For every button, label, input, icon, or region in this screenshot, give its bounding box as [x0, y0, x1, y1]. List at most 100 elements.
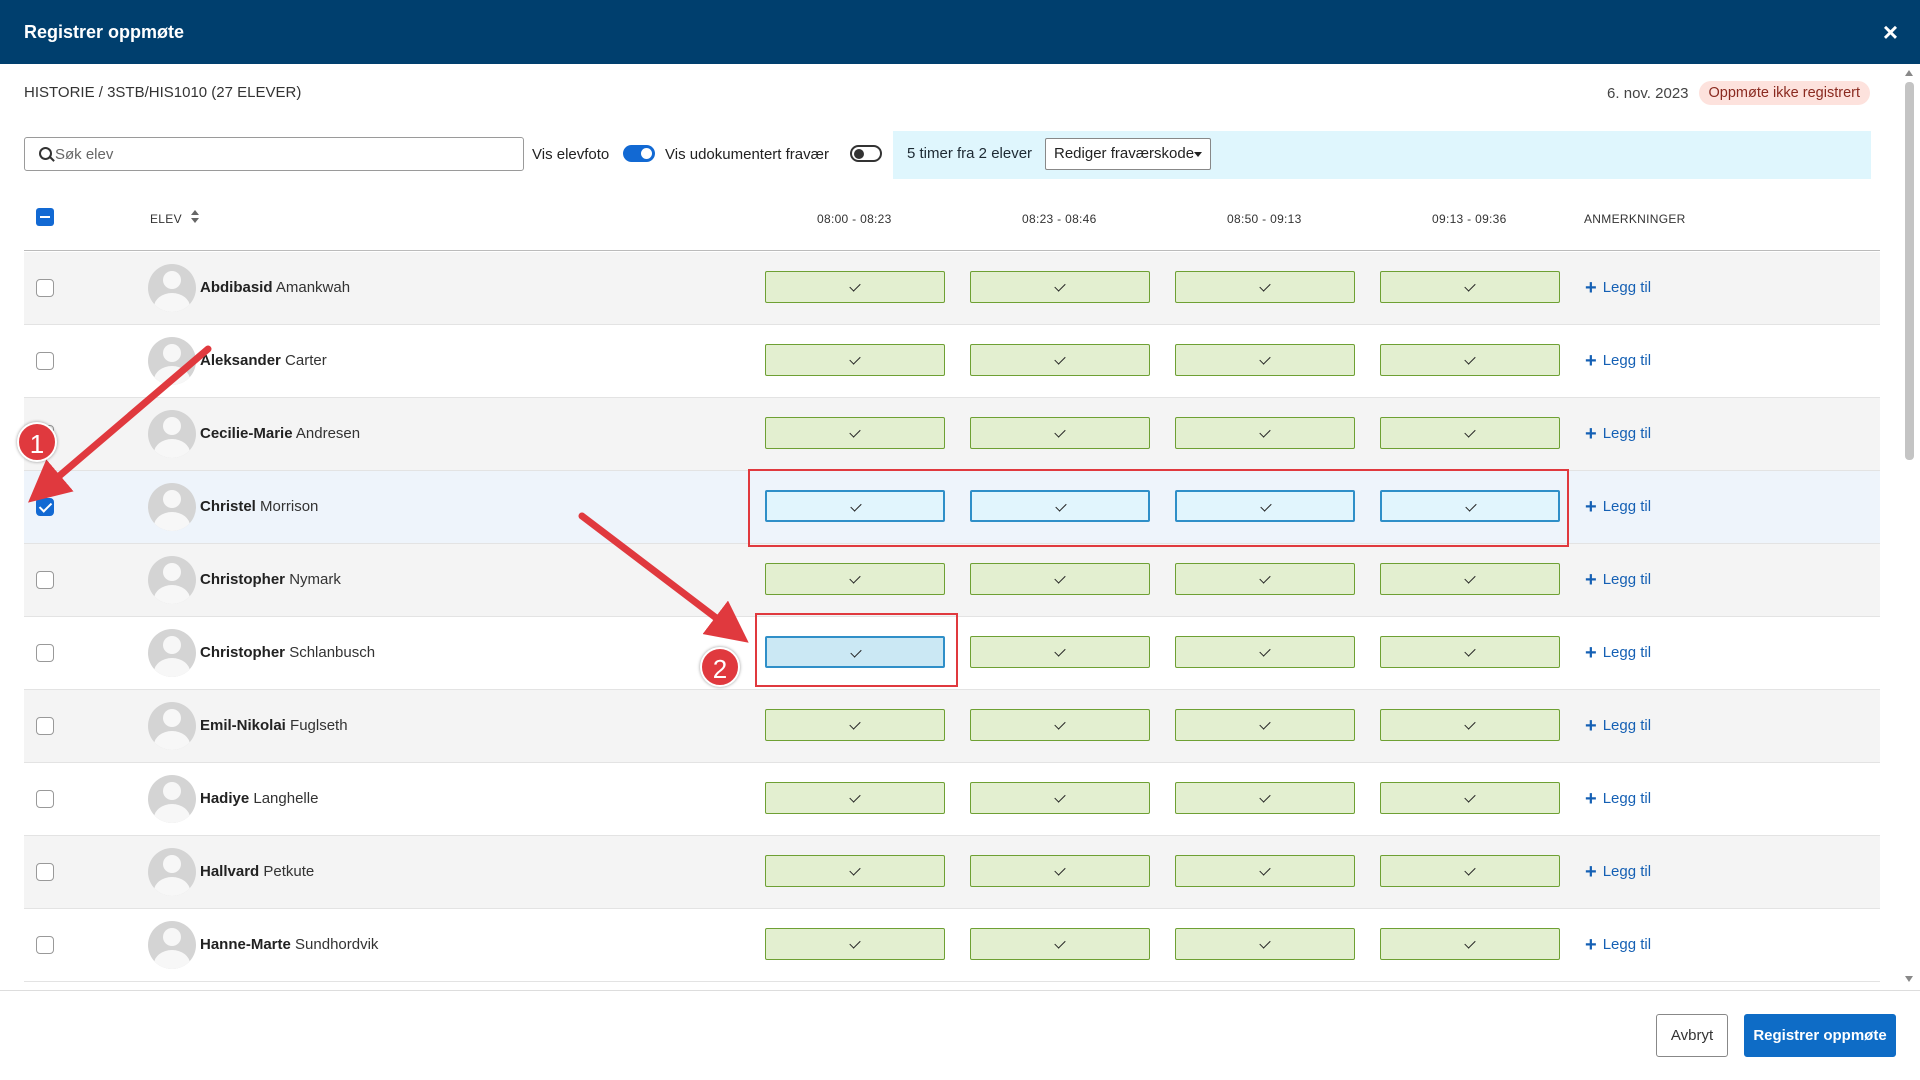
- show-photo-toggle[interactable]: [623, 145, 655, 162]
- student-name: Emil-Nikolai Fuglseth: [200, 717, 348, 734]
- student-last-name: Schlanbusch: [289, 644, 376, 661]
- attendance-cell[interactable]: [970, 271, 1150, 303]
- student-last-name: Langhelle: [253, 790, 319, 807]
- scroll-down-icon[interactable]: [1905, 976, 1913, 982]
- column-slot-2: 08:23 - 08:46: [1022, 212, 1097, 226]
- search-box[interactable]: [24, 137, 524, 171]
- plus-icon: +: [1585, 277, 1597, 299]
- add-remark-button[interactable]: + Legg til: [1585, 788, 1651, 811]
- attendance-cell[interactable]: [970, 928, 1150, 960]
- attendance-cell[interactable]: [1380, 344, 1560, 376]
- plus-icon: +: [1585, 569, 1597, 591]
- add-remark-button[interactable]: + Legg til: [1585, 715, 1651, 738]
- attendance-cell[interactable]: [1380, 417, 1560, 449]
- absence-code-select[interactable]: Rediger fraværskode: [1045, 138, 1211, 170]
- attendance-cell[interactable]: [1175, 855, 1355, 887]
- attendance-cell[interactable]: [970, 417, 1150, 449]
- attendance-cell[interactable]: [1175, 928, 1355, 960]
- attendance-cell[interactable]: [765, 417, 945, 449]
- scroll-up-icon[interactable]: [1905, 70, 1913, 76]
- register-attendance-button[interactable]: Registrer oppmøte: [1744, 1014, 1896, 1057]
- add-remark-button[interactable]: + Legg til: [1585, 277, 1651, 300]
- add-remark-button[interactable]: + Legg til: [1585, 496, 1651, 519]
- attendance-cell[interactable]: [1175, 563, 1355, 595]
- student-last-name: Nymark: [289, 571, 341, 588]
- attendance-cell[interactable]: [1380, 782, 1560, 814]
- cancel-button[interactable]: Avbryt: [1656, 1014, 1728, 1057]
- student-last-name: Fuglseth: [290, 717, 348, 734]
- attendance-cell[interactable]: [1380, 563, 1560, 595]
- annotation-highlight-row: [748, 469, 1569, 547]
- student-name: Christel Morrison: [200, 498, 318, 515]
- row-checkbox[interactable]: [36, 498, 54, 516]
- student-first-name: Aleksander: [200, 352, 281, 369]
- add-remark-label: Legg til: [1602, 279, 1652, 296]
- close-icon[interactable]: ×: [1883, 17, 1898, 48]
- student-name: Cecilie-Marie Andresen: [200, 425, 360, 442]
- annotation-number-2: 2: [700, 647, 740, 687]
- attendance-cell[interactable]: [1380, 271, 1560, 303]
- select-all-checkbox[interactable]: [36, 208, 54, 226]
- row-checkbox[interactable]: [36, 571, 54, 589]
- attendance-cell[interactable]: [970, 782, 1150, 814]
- attendance-cell[interactable]: [1175, 271, 1355, 303]
- row-checkbox[interactable]: [36, 936, 54, 954]
- add-remark-button[interactable]: + Legg til: [1585, 423, 1651, 446]
- table-row: Hallvard Petkute + Legg til: [24, 836, 1880, 909]
- add-remark-button[interactable]: + Legg til: [1585, 861, 1651, 884]
- attendance-cell[interactable]: [765, 782, 945, 814]
- add-remark-button[interactable]: + Legg til: [1585, 934, 1651, 957]
- absence-code-select-label: Rediger fraværskode: [1054, 145, 1195, 162]
- attendance-cell[interactable]: [765, 855, 945, 887]
- student-name: Christopher Schlanbusch: [200, 644, 375, 661]
- add-remark-label: Legg til: [1602, 425, 1652, 442]
- row-checkbox[interactable]: [36, 790, 54, 808]
- student-name: Christopher Nymark: [200, 571, 341, 588]
- scrollbar[interactable]: [1902, 66, 1916, 986]
- add-remark-button[interactable]: + Legg til: [1585, 350, 1651, 373]
- show-undocumented-label: Vis udokumentert fravær: [665, 146, 829, 163]
- add-remark-label: Legg til: [1602, 352, 1652, 369]
- attendance-cell[interactable]: [970, 344, 1150, 376]
- add-remark-label: Legg til: [1602, 717, 1652, 734]
- add-remark-label: Legg til: [1602, 790, 1652, 807]
- add-remark-button[interactable]: + Legg til: [1585, 642, 1651, 665]
- column-remarks: ANMERKNINGER: [1584, 212, 1686, 226]
- show-undocumented-toggle[interactable]: [850, 145, 882, 162]
- scrollbar-thumb[interactable]: [1905, 82, 1914, 460]
- attendance-cell[interactable]: [1175, 344, 1355, 376]
- avatar: [148, 921, 196, 969]
- attendance-cell[interactable]: [765, 563, 945, 595]
- attendance-cell[interactable]: [765, 709, 945, 741]
- column-slot-4: 09:13 - 09:36: [1432, 212, 1507, 226]
- avatar: [148, 629, 196, 677]
- add-remark-button[interactable]: + Legg til: [1585, 569, 1651, 592]
- attendance-cell[interactable]: [970, 709, 1150, 741]
- attendance-cell[interactable]: [970, 636, 1150, 668]
- add-remark-label: Legg til: [1602, 863, 1652, 880]
- attendance-cell[interactable]: [765, 271, 945, 303]
- row-checkbox[interactable]: [36, 352, 54, 370]
- table-row: Christopher Nymark + Legg til: [24, 544, 1880, 617]
- add-remark-label: Legg til: [1602, 644, 1652, 661]
- attendance-cell[interactable]: [1380, 636, 1560, 668]
- attendance-cell[interactable]: [1380, 855, 1560, 887]
- attendance-cell[interactable]: [970, 855, 1150, 887]
- attendance-cell[interactable]: [1380, 928, 1560, 960]
- dialog-titlebar: Registrer oppmøte ×: [0, 0, 1920, 64]
- row-checkbox[interactable]: [36, 717, 54, 735]
- attendance-cell[interactable]: [1380, 709, 1560, 741]
- attendance-cell[interactable]: [765, 344, 945, 376]
- row-checkbox[interactable]: [36, 863, 54, 881]
- attendance-cell[interactable]: [765, 928, 945, 960]
- attendance-cell[interactable]: [970, 563, 1150, 595]
- search-input[interactable]: [55, 145, 505, 163]
- attendance-cell[interactable]: [1175, 709, 1355, 741]
- student-name: Hallvard Petkute: [200, 863, 314, 880]
- sort-icon[interactable]: [190, 210, 200, 224]
- row-checkbox[interactable]: [36, 279, 54, 297]
- attendance-cell[interactable]: [1175, 636, 1355, 668]
- attendance-cell[interactable]: [1175, 417, 1355, 449]
- row-checkbox[interactable]: [36, 644, 54, 662]
- attendance-cell[interactable]: [1175, 782, 1355, 814]
